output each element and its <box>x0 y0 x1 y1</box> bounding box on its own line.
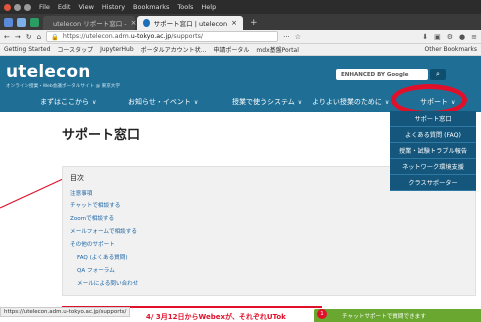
menu-edit[interactable]: Edit <box>58 3 71 11</box>
menu-bookmarks[interactable]: Bookmarks <box>133 3 169 11</box>
dropdown-item-faq[interactable]: よくある質問 (FAQ) <box>390 127 476 143</box>
bookmark-star-icon[interactable]: ☆ <box>295 33 301 41</box>
window-controls <box>4 3 31 11</box>
dropdown-item-trouble-report[interactable]: 授業・試験トラブル報告 <box>390 143 476 159</box>
nav-label: 授業で使うシステム <box>232 98 295 106</box>
nav-news-events[interactable]: お知らせ・イベント ∨ <box>128 97 198 107</box>
toc-heading: 目次 <box>70 174 84 182</box>
utelecon-favicon-icon <box>143 19 150 27</box>
menu-file[interactable]: File <box>39 3 50 11</box>
minimize-window-icon[interactable] <box>14 3 21 11</box>
dropdown-item-support-desk[interactable]: サポート窓口 <box>390 111 476 127</box>
chevron-down-icon: ∨ <box>193 99 199 106</box>
browser-tabbar: utelecon リポート窓口 - × サポート窓口 | utelecon × … <box>0 14 481 30</box>
bookmark-mdx-portal[interactable]: mdx基盤Portal <box>256 45 298 54</box>
chevron-down-icon: ∨ <box>384 99 390 106</box>
os-menubar: File Edit View History Bookmarks Tools H… <box>0 0 481 14</box>
url-suffix: /supports/ <box>171 33 203 40</box>
toc-link-mailform[interactable]: メールフォームで相談する <box>70 227 137 235</box>
chevron-down-icon: ∨ <box>297 99 303 106</box>
site-subtitle: オンライン授業・Web会議ポータルサイト @ 東京大学 <box>6 84 120 89</box>
new-tab-button[interactable]: + <box>245 18 263 30</box>
home-icon[interactable]: ⌂ <box>37 33 41 41</box>
page-title: サポート窓口 <box>62 128 141 143</box>
toolbar-icons: ⬇ ▣ ⚙ ● ≡ <box>422 33 477 41</box>
search-google-label: ENHANCED BY Google <box>341 71 409 78</box>
chat-support-button[interactable]: チャットサポートで質問できます <box>314 309 481 322</box>
browser-navbar: ← → ↻ ⌂ 🔒 https://utelecon.adm.u-tokyo.a… <box>0 30 481 44</box>
toc-link-chat[interactable]: チャットで相談する <box>70 201 120 209</box>
search-icon: ⌕ <box>436 70 440 78</box>
search-input[interactable]: ENHANCED BY Google <box>336 69 428 80</box>
toc-link-other[interactable]: その他のサポート <box>70 240 115 248</box>
back-icon[interactable]: ← <box>4 33 10 41</box>
nav-better-classes[interactable]: よりよい授業のために ∨ <box>312 97 389 107</box>
extension-icon[interactable]: ⚙ <box>447 33 453 41</box>
menu-view[interactable]: View <box>78 3 93 11</box>
site-logo[interactable]: utelecon <box>6 62 91 82</box>
toc-link-qa-forum[interactable]: QA フォーラム <box>77 266 115 274</box>
bookmark-getting-started[interactable]: Getting Started <box>4 46 50 53</box>
maximize-window-icon[interactable] <box>24 3 31 11</box>
url-prefix: https://utelecon.adm. <box>62 33 131 40</box>
dropdown-item-class-supporter[interactable]: クラスサポーター <box>390 175 476 191</box>
nav-getting-started[interactable]: まずはここから ∨ <box>40 97 96 107</box>
close-tab-icon[interactable]: × <box>131 19 137 27</box>
tab-label: サポート窓口 | utelecon <box>153 20 228 28</box>
support-dropdown: サポート窓口 よくある質問 (FAQ) 授業・試験トラブル報告 ネットワーク環境… <box>390 111 476 191</box>
reload-icon[interactable]: ↻ <box>26 33 32 41</box>
bookmarks-bar: Getting Started コースタップ JupyterHub ポータルアカ… <box>0 44 481 56</box>
chat-badge: 1 <box>317 309 327 319</box>
search-button[interactable]: ⌕ <box>430 69 446 80</box>
extension-icon[interactable]: ● <box>459 33 465 41</box>
menu-tools[interactable]: Tools <box>177 3 193 11</box>
bookmark-portal-account[interactable]: ポータルアカウント状... <box>141 45 207 54</box>
lock-icon: 🔒 <box>51 33 59 41</box>
tab-support[interactable]: サポート窓口 | utelecon × <box>137 16 243 30</box>
close-window-icon[interactable] <box>4 3 11 11</box>
url-domain: u-tokyo.ac.jp <box>130 33 172 40</box>
toc-link-zoom[interactable]: Zoomで相談する <box>70 214 114 222</box>
tab-label: utelecon リポート窓口 - <box>53 20 127 28</box>
other-bookmarks[interactable]: Other Bookmarks <box>425 46 477 53</box>
extension-icon[interactable] <box>17 18 26 27</box>
dropdown-item-network-support[interactable]: ネットワーク環境支援 <box>390 159 476 175</box>
extension-icon[interactable]: ⬇ <box>422 33 428 41</box>
chevron-down-icon: ∨ <box>92 99 97 106</box>
extension-icon[interactable] <box>4 18 13 27</box>
tab-utelecon-report[interactable]: utelecon リポート窓口 - × <box>43 16 137 30</box>
bookmark-course[interactable]: コースタップ <box>57 45 93 54</box>
status-url: https://utelecon.adm.u-tokyo.ac.jp/suppo… <box>0 307 131 317</box>
toc-link-email[interactable]: メールによる問い合わせ <box>77 279 138 287</box>
nav-label: よりよい授業のために <box>312 98 382 106</box>
toc-link-faq[interactable]: FAQ (よくある質問) <box>77 253 128 261</box>
forward-icon[interactable]: → <box>15 33 21 41</box>
url-bar[interactable]: 🔒 https://utelecon.adm.u-tokyo.ac.jp/sup… <box>46 31 279 42</box>
menu-icon[interactable]: ≡ <box>471 33 477 41</box>
extension-icon[interactable]: ▣ <box>434 33 441 41</box>
toc-link-notes[interactable]: 注意事項 <box>70 189 92 197</box>
bookmark-jupyterhub[interactable]: JupyterHub <box>100 46 134 53</box>
bookmark-application-portal[interactable]: 申請ポータル <box>213 45 249 54</box>
screen: File Edit View History Bookmarks Tools H… <box>0 0 481 322</box>
nav-label: お知らせ・イベント <box>128 98 191 106</box>
nav-label: まずはここから <box>40 98 89 106</box>
close-tab-icon[interactable]: × <box>231 19 237 27</box>
nav-class-systems[interactable]: 授業で使うシステム ∨ <box>232 97 302 107</box>
menu-history[interactable]: History <box>102 3 125 11</box>
menu-help[interactable]: Help <box>201 3 216 11</box>
page-actions-icon[interactable]: ··· <box>283 33 290 41</box>
extension-icon[interactable] <box>30 18 39 27</box>
